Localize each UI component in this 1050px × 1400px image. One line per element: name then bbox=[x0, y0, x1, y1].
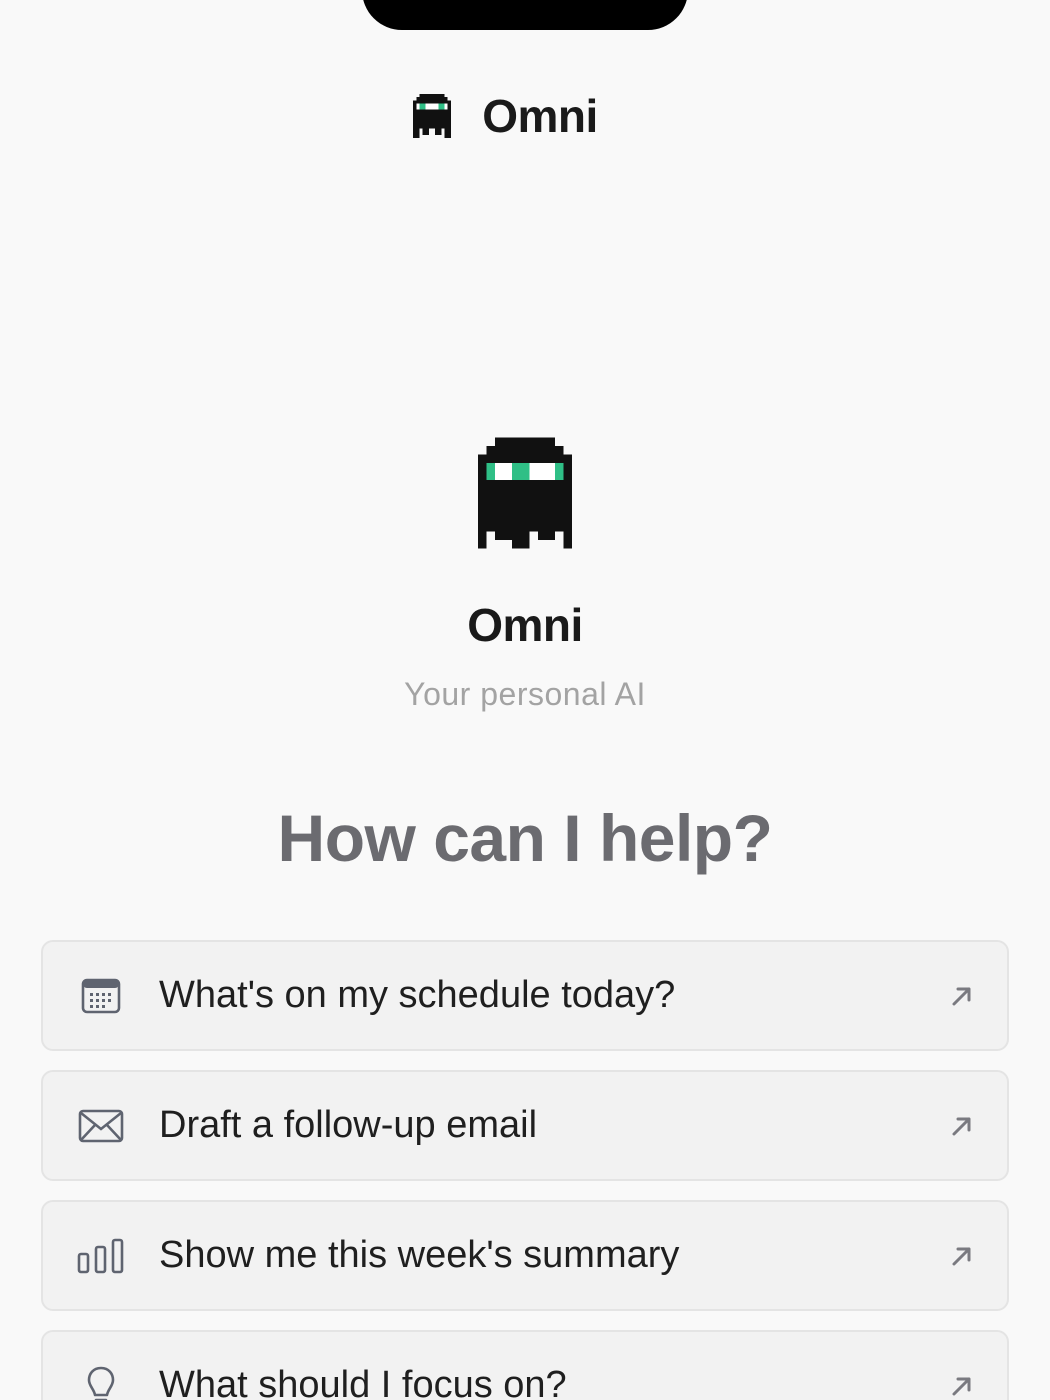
suggestion-email-button[interactable]: Draft a follow-up email bbox=[41, 1070, 1009, 1181]
bar-chart-icon bbox=[77, 1232, 125, 1280]
suggestion-label: What's on my schedule today? bbox=[159, 974, 676, 1016]
hero-section: Omni Your personal AI bbox=[0, 436, 1050, 713]
lightbulb-icon bbox=[77, 1362, 125, 1400]
envelope-icon bbox=[77, 1102, 125, 1150]
help-heading: How can I help? bbox=[277, 801, 773, 875]
assistant-tagline: Your personal AI bbox=[404, 676, 646, 712]
ghost-logo-icon bbox=[478, 437, 572, 549]
ghost-logo-icon bbox=[413, 94, 452, 138]
arrow-up-right-icon bbox=[952, 1377, 971, 1395]
suggestion-label: Show me this week's summary bbox=[159, 1234, 680, 1276]
suggestion-summary-button[interactable]: Show me this week's summary bbox=[41, 1200, 1009, 1311]
assistant-name: Omni bbox=[467, 599, 583, 651]
calendar-icon bbox=[77, 972, 125, 1020]
device-notch bbox=[362, 0, 688, 30]
suggestion-label: Draft a follow-up email bbox=[159, 1104, 538, 1146]
suggestion-focus-button[interactable]: What should I focus on? bbox=[41, 1330, 1009, 1400]
app-title: Omni bbox=[482, 90, 598, 142]
suggestion-list: What's on my schedule today? Draft a fol… bbox=[41, 940, 1009, 1400]
arrow-up-right-icon bbox=[952, 1247, 971, 1265]
top-bar: Omni bbox=[0, 86, 1050, 146]
suggestion-label: What should I focus on? bbox=[159, 1364, 567, 1400]
arrow-up-right-icon bbox=[952, 987, 971, 1005]
app-screen: Omni Omni Your personal AI How can I hel… bbox=[0, 0, 1050, 1400]
arrow-up-right-icon bbox=[952, 1117, 971, 1135]
suggestion-schedule-button[interactable]: What's on my schedule today? bbox=[41, 940, 1009, 1051]
